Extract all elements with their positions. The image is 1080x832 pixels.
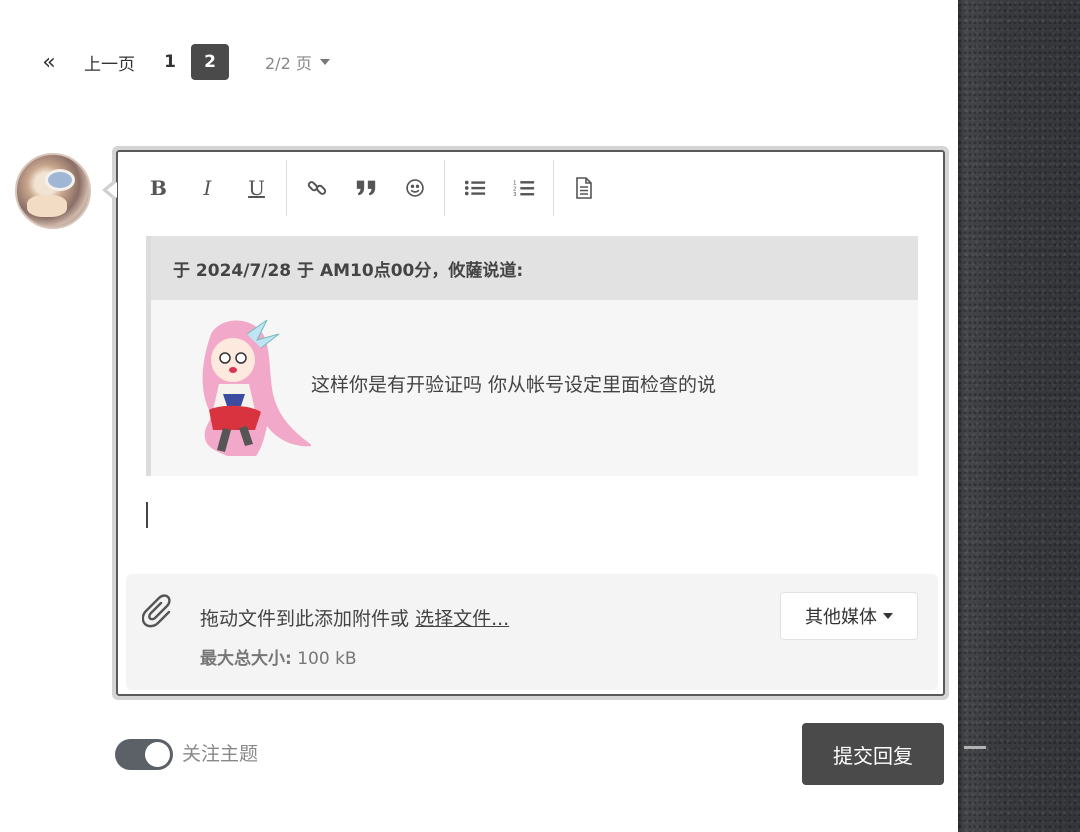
side-background-panel bbox=[958, 0, 1080, 832]
attachment-dropzone[interactable]: 拖动文件到此添加附件或 选择文件... 最大总大小: 100 kB 其他媒体 bbox=[126, 574, 938, 690]
numbered-list-icon: 1 2 3 bbox=[513, 180, 534, 198]
page-1-button[interactable]: 1 bbox=[163, 44, 177, 80]
caret-down-icon bbox=[883, 613, 893, 619]
prev-page-button[interactable]: 上一页 bbox=[84, 44, 135, 80]
text-cursor[interactable] bbox=[146, 502, 148, 528]
max-size-label: 最大总大小: bbox=[200, 649, 292, 669]
toolbar-divider bbox=[286, 160, 287, 216]
other-media-label: 其他媒体 bbox=[805, 607, 877, 628]
bullet-list-icon bbox=[464, 180, 485, 196]
reply-editor: B I U 1 2 3 于 2024/7/28 于 AM10点00分，攸薩说道:… bbox=[112, 146, 949, 700]
quote-icon bbox=[356, 180, 375, 196]
page-2-button-current[interactable]: 2 bbox=[191, 44, 229, 80]
caret-down-icon bbox=[319, 59, 330, 65]
smiley-icon bbox=[405, 179, 424, 197]
follow-thread-toggle[interactable] bbox=[115, 739, 173, 770]
pagination: « 上一页 1 2 2/2 页 bbox=[36, 44, 330, 80]
user-avatar[interactable] bbox=[15, 153, 91, 229]
avatar-detail bbox=[45, 169, 75, 191]
italic-button[interactable]: I bbox=[183, 168, 232, 208]
quote-text: 这样你是有开验证吗 你从帐号设定里面检查的说 bbox=[311, 374, 717, 396]
svg-text:3: 3 bbox=[513, 192, 517, 198]
numbered-list-button[interactable]: 1 2 3 bbox=[499, 168, 548, 208]
quote-header: 于 2024/7/28 于 AM10点00分，攸薩说道: bbox=[151, 236, 918, 300]
attachment-instructions: 拖动文件到此添加附件或 选择文件... bbox=[200, 604, 509, 631]
max-size-value: 100 kB bbox=[297, 649, 357, 669]
page-status-label: 2/2 页 bbox=[265, 54, 312, 73]
anime-girl-sticker bbox=[202, 319, 311, 456]
other-media-button[interactable]: 其他媒体 bbox=[780, 592, 918, 640]
bold-button[interactable]: B bbox=[134, 168, 183, 208]
follow-thread-label[interactable]: 关注主题 bbox=[182, 741, 258, 767]
quoted-post: 于 2024/7/28 于 AM10点00分，攸薩说道: 这样你是有开验证吗 你… bbox=[146, 236, 918, 476]
editor-pointer-arrow-inner bbox=[107, 182, 117, 198]
emoji-button[interactable] bbox=[390, 168, 439, 208]
drop-text: 拖动文件到此添加附件或 bbox=[200, 608, 410, 630]
link-button[interactable] bbox=[292, 168, 341, 208]
draft-button[interactable] bbox=[559, 168, 608, 208]
paperclip-icon bbox=[142, 594, 171, 628]
panel-mark bbox=[964, 746, 986, 749]
document-icon bbox=[575, 177, 592, 199]
editor-toolbar: B I U 1 2 3 bbox=[134, 158, 608, 218]
toolbar-divider bbox=[553, 160, 554, 216]
toggle-knob bbox=[145, 742, 170, 767]
underline-button[interactable]: U bbox=[232, 168, 281, 208]
max-size-info: 最大总大小: 100 kB bbox=[200, 644, 357, 669]
avatar-detail bbox=[27, 195, 67, 217]
quote-body: 这样你是有开验证吗 你从帐号设定里面检查的说 bbox=[151, 300, 918, 476]
link-icon bbox=[307, 181, 326, 195]
submit-reply-button[interactable]: 提交回复 bbox=[802, 723, 944, 785]
editor-frame: B I U 1 2 3 于 2024/7/28 于 AM10点00分，攸薩说道:… bbox=[116, 150, 945, 696]
choose-files-link[interactable]: 选择文件... bbox=[415, 608, 509, 630]
page-jump-dropdown[interactable]: 2/2 页 bbox=[265, 44, 330, 80]
quote-button[interactable] bbox=[341, 168, 390, 208]
toolbar-divider bbox=[444, 160, 445, 216]
first-page-button[interactable]: « bbox=[36, 44, 62, 80]
bullet-list-button[interactable] bbox=[450, 168, 499, 208]
